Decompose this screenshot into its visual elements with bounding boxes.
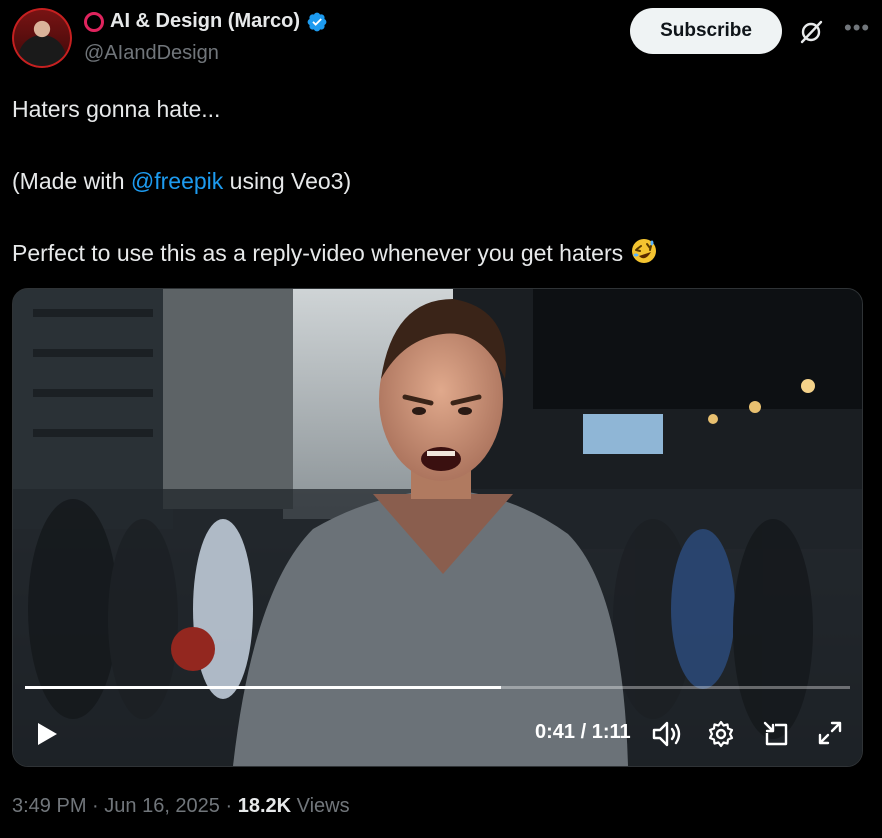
current-time: 0:41 — [535, 721, 576, 743]
time-separator: / — [575, 721, 592, 743]
tweet-line-1: Haters gonna hate... — [12, 96, 221, 122]
post-time[interactable]: 3:49 PM — [12, 795, 86, 817]
more-options-icon[interactable]: ••• — [844, 17, 870, 44]
subscribe-button[interactable]: Subscribe — [630, 8, 782, 54]
avatar[interactable] — [12, 8, 72, 68]
duration: 1:11 — [591, 721, 631, 743]
rolling-laughing-emoji-icon — [631, 239, 656, 263]
post-date[interactable]: Jun 16, 2025 — [104, 795, 220, 817]
red-circle-icon — [84, 11, 104, 32]
volume-icon[interactable] — [651, 719, 683, 749]
meta-dot: · — [219, 795, 238, 817]
author-display-name[interactable]: AI & Design (Marco) — [110, 10, 300, 33]
views-label: Views — [291, 795, 350, 817]
author-handle[interactable]: @AIandDesign — [84, 42, 219, 65]
settings-gear-icon[interactable] — [706, 719, 736, 749]
grok-icon[interactable] — [798, 19, 824, 45]
tweet-meta: 3:49 PM · Jun 16, 2025 · 18.2K Views — [12, 795, 350, 818]
tweet-header: AI & Design (Marco) @AIandDesign Subscri… — [12, 8, 870, 72]
video-controls: 0:41 / 1:11 — [13, 709, 862, 759]
video-player[interactable]: 0:41 / 1:11 — [12, 288, 863, 767]
progress-fill — [25, 686, 502, 689]
meta-dot: · — [86, 795, 105, 817]
video-frame — [13, 289, 862, 766]
views-count: 18.2K — [237, 795, 292, 817]
picture-in-picture-icon[interactable] — [761, 719, 791, 749]
verified-badge-icon — [307, 12, 327, 31]
tweet-line-2: (Made with @freepik using Veo3) — [12, 164, 351, 198]
mention-link[interactable]: @freepik — [131, 168, 223, 194]
author-name-row[interactable]: AI & Design (Marco) — [84, 10, 328, 33]
video-time: 0:41 / 1:11 — [535, 721, 631, 744]
tweet-line-3-text: Perfect to use this as a reply-video whe… — [12, 240, 624, 266]
tweet-line-2-prefix: (Made with — [12, 168, 131, 194]
tweet-line-2-suffix: using Veo3) — [223, 168, 352, 194]
progress-bar[interactable] — [25, 686, 850, 689]
play-icon[interactable] — [35, 721, 59, 747]
fullscreen-icon[interactable] — [816, 719, 844, 747]
tweet-line-3: Perfect to use this as a reply-video whe… — [12, 236, 658, 270]
